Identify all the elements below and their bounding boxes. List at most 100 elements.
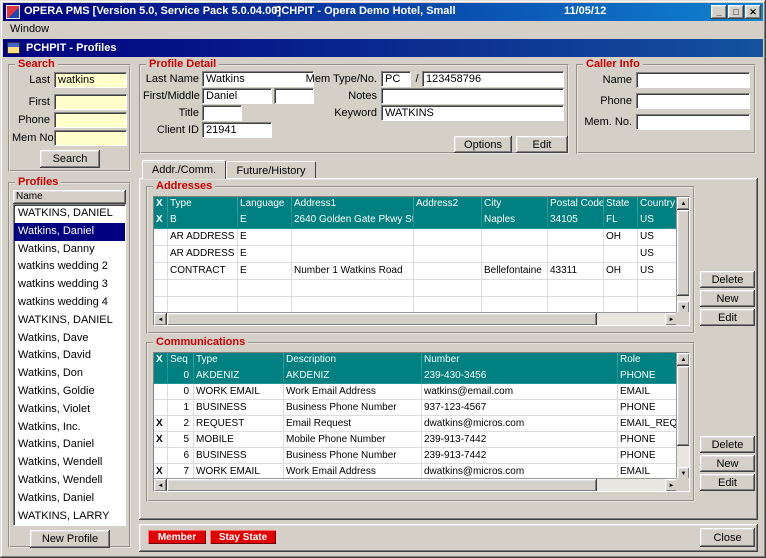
addresses-col-address2[interactable]: Address2: [414, 197, 482, 212]
mem-no-field[interactable]: [422, 71, 564, 87]
comm-cell-type: MOBILE: [194, 432, 284, 448]
scroll-up-button[interactable]: ▲: [677, 197, 690, 210]
profile-list-item[interactable]: Watkins, Danny: [14, 241, 125, 259]
communication-row[interactable]: 0 WORK EMAIL Work Email Address watkins@…: [154, 384, 689, 400]
address-cell-postal: 34105: [548, 212, 604, 229]
profile-list-item[interactable]: WATKINS, LARRY: [14, 508, 125, 526]
profile-list-item[interactable]: WATKINS, DANIEL: [14, 312, 125, 330]
scroll-up-button[interactable]: ▲: [677, 353, 690, 366]
profile-list-item[interactable]: Watkins, Daniel: [14, 436, 125, 454]
addresses-col-postal[interactable]: Postal Code: [548, 197, 604, 212]
address-row[interactable]: CONTRACT E Number 1 Watkins Road Bellefo…: [154, 263, 689, 280]
comm-col-role[interactable]: Role: [618, 353, 678, 368]
communications-delete-button[interactable]: Delete: [700, 436, 755, 453]
caller-mem-no-field[interactable]: [636, 114, 750, 130]
comm-col-type[interactable]: Type: [194, 353, 284, 368]
addresses-col-x[interactable]: X: [154, 197, 168, 212]
close-button[interactable]: Close: [700, 528, 755, 547]
addresses-col-city[interactable]: City: [482, 197, 548, 212]
communications-horizontal-scrollbar[interactable]: ◄ ►: [154, 478, 678, 491]
communication-row-selected[interactable]: 0 AKDENIZ AKDENIZ 239-430-3456 PHONE: [154, 368, 689, 384]
profile-list-item[interactable]: WATKINS, DANIEL: [14, 205, 125, 223]
profile-list-item[interactable]: Watkins, Goldie: [14, 383, 125, 401]
address-cell-country: US: [638, 212, 678, 229]
search-phone-input[interactable]: [54, 112, 127, 128]
title-field[interactable]: [202, 105, 242, 121]
stay-state-indicator[interactable]: Stay State: [210, 530, 276, 544]
profile-list-item[interactable]: watkins wedding 3: [14, 276, 125, 294]
maximize-button[interactable]: □: [728, 5, 744, 19]
profile-list-item[interactable]: watkins wedding 2: [14, 258, 125, 276]
search-last-input[interactable]: [54, 72, 127, 88]
new-profile-button[interactable]: New Profile: [30, 530, 110, 548]
close-window-button[interactable]: ✕: [745, 5, 761, 19]
scroll-left-button[interactable]: ◄: [154, 479, 167, 492]
communication-row[interactable]: X 2 REQUEST Email Request dwatkins@micro…: [154, 416, 689, 432]
address-cell-country: US: [638, 263, 678, 280]
addresses-edit-button[interactable]: Edit: [700, 309, 755, 326]
profile-list-item[interactable]: Watkins, Daniel: [14, 490, 125, 508]
client-id-field[interactable]: [202, 122, 272, 138]
comm-col-seq[interactable]: Seq: [168, 353, 194, 368]
profile-list-item[interactable]: watkins wedding 4: [14, 294, 125, 312]
caller-name-field[interactable]: [636, 72, 750, 88]
profile-list-item[interactable]: Watkins, Dave: [14, 330, 125, 348]
notes-field[interactable]: [381, 88, 564, 104]
addresses-col-country[interactable]: Country: [638, 197, 678, 212]
profile-list-item[interactable]: Watkins, Wendell: [14, 454, 125, 472]
profile-list-item[interactable]: Watkins, Violet: [14, 401, 125, 419]
comm-col-x[interactable]: X: [154, 353, 168, 368]
profile-list-item-selected[interactable]: Watkins, Daniel: [14, 223, 125, 241]
middle-name-field[interactable]: [274, 88, 314, 104]
addresses-new-button[interactable]: New: [700, 290, 755, 307]
scrollbar-corner: [676, 478, 689, 491]
member-indicator[interactable]: Member: [148, 530, 206, 544]
profile-list-item[interactable]: Watkins, David: [14, 347, 125, 365]
communications-new-button[interactable]: New: [700, 455, 755, 472]
profile-list-item[interactable]: Watkins, Don: [14, 365, 125, 383]
communications-vertical-scrollbar[interactable]: ▲ ▼: [676, 353, 689, 480]
addresses-delete-button[interactable]: Delete: [700, 271, 755, 288]
comm-col-description[interactable]: Description: [284, 353, 422, 368]
addresses-col-language[interactable]: Language: [238, 197, 292, 212]
addresses-col-address1[interactable]: Address1: [292, 197, 414, 212]
new-profile-button-label: New Profile: [42, 533, 98, 545]
address-row[interactable]: AR ADDRESS E US: [154, 246, 689, 263]
addresses-col-type[interactable]: Type: [168, 197, 238, 212]
search-first-input[interactable]: [54, 94, 127, 110]
menu-window[interactable]: Window: [3, 21, 56, 37]
options-button[interactable]: Options: [454, 136, 512, 153]
profile-edit-button[interactable]: Edit: [516, 136, 568, 153]
caller-phone-field[interactable]: [636, 93, 750, 109]
scroll-thumb[interactable]: [167, 479, 597, 492]
mem-type-field[interactable]: [381, 71, 411, 87]
communication-row[interactable]: 6 BUSINESS Business Phone Number 239-913…: [154, 448, 689, 464]
first-name-field[interactable]: [202, 88, 272, 104]
communication-row[interactable]: X 5 MOBILE Mobile Phone Number 239-913-7…: [154, 432, 689, 448]
profile-list-item[interactable]: Watkins, Wendell: [14, 472, 125, 490]
communications-edit-button[interactable]: Edit: [700, 474, 755, 491]
address-row[interactable]: AR ADDRESS E OH US: [154, 229, 689, 246]
address-row-selected[interactable]: X B E 2640 Golden Gate Pkwy Ste 2 Naples…: [154, 212, 689, 229]
minimize-icon: _: [716, 8, 721, 17]
keyword-field[interactable]: [381, 105, 564, 121]
scroll-thumb[interactable]: [167, 313, 597, 326]
addresses-horizontal-scrollbar[interactable]: ◄ ►: [154, 312, 678, 325]
minimize-button[interactable]: _: [711, 5, 727, 19]
search-group: Search Last First Phone Mem No. Search: [8, 64, 131, 172]
tab-future-history[interactable]: Future/History: [226, 161, 316, 179]
addresses-col-state[interactable]: State: [604, 197, 638, 212]
scroll-left-button[interactable]: ◄: [154, 313, 167, 326]
search-button[interactable]: Search: [40, 150, 100, 168]
search-mem-input[interactable]: [54, 130, 127, 146]
comm-col-number[interactable]: Number: [422, 353, 618, 368]
profile-list-item[interactable]: Watkins, Inc.: [14, 419, 125, 437]
scroll-thumb[interactable]: [677, 366, 690, 446]
tab-addr-comm[interactable]: Addr./Comm.: [142, 160, 226, 179]
communications-edit-label: Edit: [718, 477, 737, 489]
scroll-thumb[interactable]: [677, 210, 690, 296]
profiles-name-header[interactable]: Name: [13, 190, 126, 204]
communication-row[interactable]: 1 BUSINESS Business Phone Number 937-123…: [154, 400, 689, 416]
addresses-vertical-scrollbar[interactable]: ▲ ▼: [676, 197, 689, 314]
last-name-field[interactable]: [202, 71, 314, 87]
